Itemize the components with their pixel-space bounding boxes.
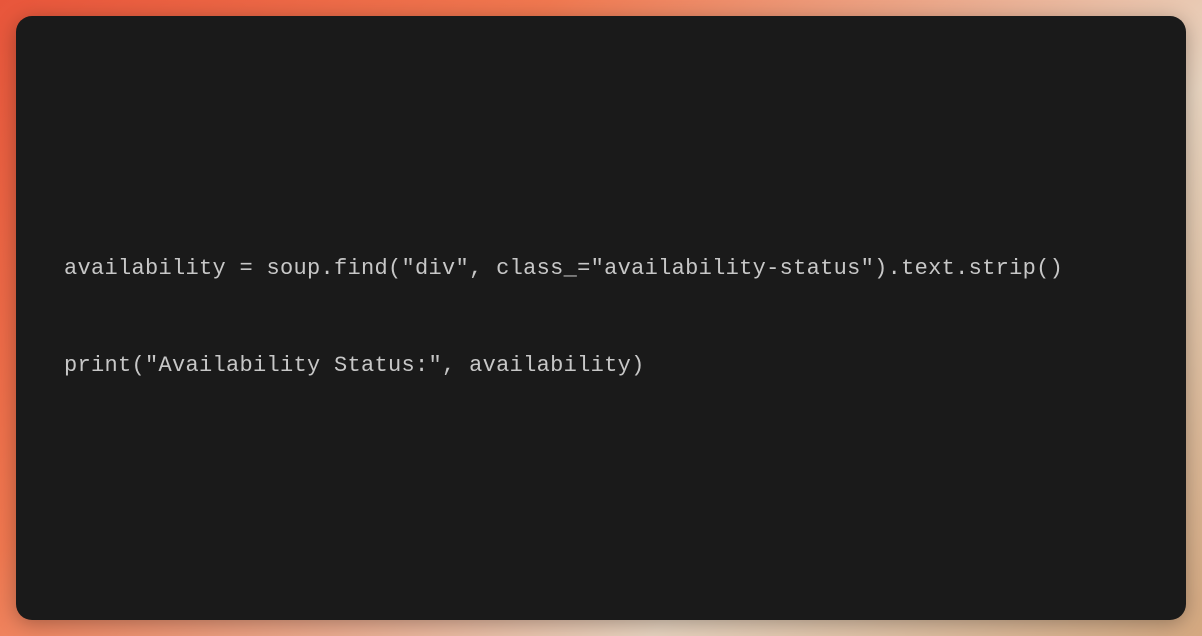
code-line-1: availability = soup.find("div", class_="…	[64, 256, 1063, 281]
code-content: availability = soup.find("div", class_="…	[64, 245, 1138, 390]
code-panel: availability = soup.find("div", class_="…	[16, 16, 1186, 620]
code-line-3: print("Availability Status:", availabili…	[64, 353, 645, 378]
